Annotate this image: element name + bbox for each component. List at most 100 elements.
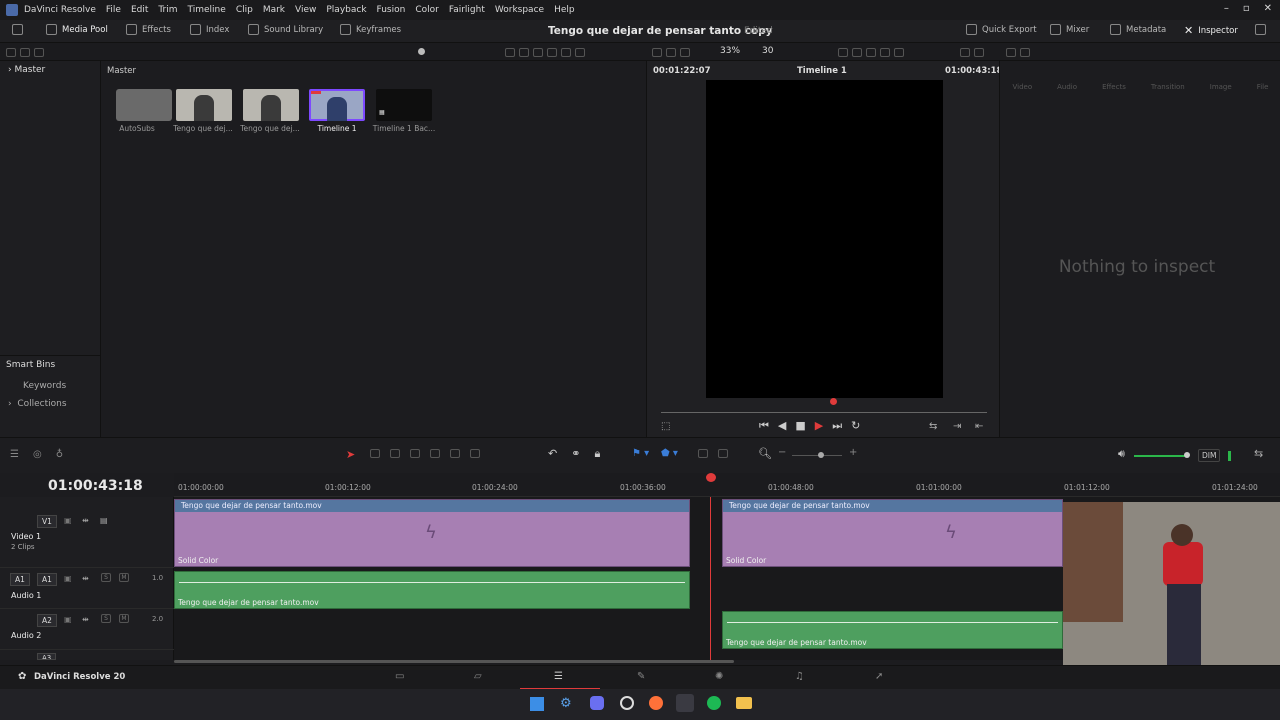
track-lock-icon[interactable]: ▣ xyxy=(64,615,72,624)
effects-button[interactable]: Effects xyxy=(126,24,171,35)
track-patch-a1[interactable]: A1 xyxy=(10,573,30,586)
list-view-icons[interactable] xyxy=(505,47,589,60)
cut-page-icon[interactable]: ▱ xyxy=(474,671,482,682)
track-id-a2[interactable]: A2 xyxy=(37,614,57,627)
zoom-slider[interactable] xyxy=(792,455,842,456)
timeline-name-dropdown[interactable]: Timeline 1 xyxy=(797,66,847,76)
menu-color[interactable]: Color xyxy=(415,5,439,15)
media-page-icon[interactable]: ▭ xyxy=(395,671,404,682)
video-clip[interactable]: Tengo que dejar de pensar tanto.mov ϟ So… xyxy=(174,499,690,567)
quick-export-button[interactable]: Quick Export xyxy=(966,24,1037,35)
skip-end-icon[interactable]: ⏭ xyxy=(832,419,842,433)
thumbnail-size-slider[interactable] xyxy=(418,48,425,55)
keywords-bin[interactable]: Keywords xyxy=(23,381,66,391)
timeline-options-icon[interactable]: ⇆ xyxy=(1254,447,1263,460)
timeline-backup-thumbnail[interactable]: ▦ xyxy=(376,89,432,121)
step-back-icon[interactable]: ◀ xyxy=(778,419,786,433)
autosubs-folder-icon[interactable] xyxy=(116,89,172,121)
zoom-in-icon[interactable]: + xyxy=(849,447,857,458)
video-clip-thumbnail[interactable] xyxy=(176,89,232,121)
inspector-tab-image[interactable]: Image xyxy=(1210,65,1232,95)
track-auto-select-icon[interactable]: ⇹ xyxy=(82,574,89,583)
zoom-level[interactable]: 33% xyxy=(720,46,740,56)
blade-tool-icon[interactable] xyxy=(390,449,400,458)
track-video-icon[interactable]: ▤ xyxy=(100,516,108,525)
next-edit-icon[interactable]: ⇥ xyxy=(953,421,961,432)
keyframes-button[interactable]: Keyframes xyxy=(340,24,401,35)
track-lock-icon[interactable]: ▣ xyxy=(64,574,72,583)
volume-slider[interactable] xyxy=(1134,455,1186,457)
timeline-scrollbar[interactable] xyxy=(174,660,734,663)
davinci-taskbar-icon[interactable] xyxy=(676,694,694,712)
menu-help[interactable]: Help xyxy=(554,5,575,15)
inspector-button[interactable]: ✕ Inspector xyxy=(1184,24,1238,37)
track-auto-select-icon[interactable]: ⇹ xyxy=(82,615,89,624)
replace-icon[interactable] xyxy=(470,449,480,458)
color-page-icon[interactable]: ✺ xyxy=(715,671,723,682)
track-id-v1[interactable]: V1 xyxy=(37,515,57,528)
snapping-icon[interactable]: ↶ xyxy=(548,447,557,461)
media-pool-button[interactable]: Media Pool xyxy=(46,24,108,35)
track-id-a1[interactable]: A1 xyxy=(37,573,57,586)
match-frame-icon[interactable]: ⇆ xyxy=(929,421,937,432)
audio-clip[interactable]: Tengo que dejar de pensar tanto.mov xyxy=(174,571,690,609)
crop-icon[interactable]: ⬚ xyxy=(661,421,670,432)
close-icon[interactable]: ✕ xyxy=(1264,3,1272,14)
zoom-slider-handle[interactable] xyxy=(818,452,824,458)
trim-tool-icon[interactable] xyxy=(370,449,380,458)
ripple-icon[interactable]: ◎ xyxy=(33,449,42,460)
timeline-timecode[interactable]: 01:00:43:18 xyxy=(48,478,143,494)
inspector-tab-transition[interactable]: Transition xyxy=(1151,65,1185,95)
menu-mark[interactable]: Mark xyxy=(263,5,285,15)
view-options-icon[interactable] xyxy=(6,47,48,60)
sound-library-button[interactable]: Sound Library xyxy=(248,24,323,35)
menu-view[interactable]: View xyxy=(295,5,316,15)
fusion-page-icon[interactable]: ✎ xyxy=(637,671,645,682)
fps-value[interactable]: 30 xyxy=(762,46,773,56)
mute-button[interactable]: M xyxy=(119,614,133,623)
zoom-icon[interactable]: 🔍︎ xyxy=(758,447,772,460)
minimize-icon[interactable]: – xyxy=(1224,3,1229,14)
volume-icon[interactable]: 🔊︎ xyxy=(1118,447,1125,461)
inspector-tab-effects[interactable]: Effects xyxy=(1102,65,1126,95)
viewer-options-icons[interactable] xyxy=(652,47,694,60)
track-lock-icon[interactable]: ▣ xyxy=(64,516,72,525)
inspector-tab-file[interactable]: File xyxy=(1257,65,1269,95)
menu-fairlight[interactable]: Fairlight xyxy=(449,5,485,15)
zoom-full-icon[interactable] xyxy=(698,449,708,458)
master-bin[interactable]: › Master xyxy=(8,65,45,75)
dynamic-trim-icon[interactable] xyxy=(410,449,420,458)
dim-button[interactable]: DIM xyxy=(1198,449,1221,462)
skip-start-icon[interactable]: ⏮ xyxy=(759,419,769,433)
menu-fusion[interactable]: Fusion xyxy=(377,5,406,15)
menu-clip[interactable]: Clip xyxy=(236,5,253,15)
menu-workspace[interactable]: Workspace xyxy=(495,5,544,15)
inspector-tab-audio[interactable]: Audio xyxy=(1057,65,1077,95)
play-icon[interactable]: ▶ xyxy=(815,419,823,433)
scrubber-track[interactable] xyxy=(661,412,987,413)
obs-icon[interactable] xyxy=(620,696,634,710)
timeline-thumbnail[interactable] xyxy=(309,89,365,121)
overwrite-icon[interactable] xyxy=(450,449,460,458)
playhead-handle[interactable] xyxy=(706,473,716,482)
mute-button[interactable]: M xyxy=(119,573,133,582)
menu-file[interactable]: File xyxy=(106,5,121,15)
track-auto-select-icon[interactable]: ⇹ xyxy=(82,516,89,525)
timeline-view-icon[interactable]: ☰ xyxy=(10,449,19,460)
panel-toggle-icon[interactable] xyxy=(12,24,23,35)
viewer-screen[interactable] xyxy=(706,80,943,398)
deliver-page-icon[interactable]: ➚ xyxy=(875,671,883,682)
stop-icon[interactable]: ■ xyxy=(795,419,805,433)
track-id-a3[interactable]: A3 xyxy=(37,653,57,660)
edit-page-tab[interactable]: ☰ xyxy=(520,666,600,690)
inspector-options-icons[interactable] xyxy=(1006,47,1034,60)
solo-button[interactable]: S xyxy=(101,573,115,582)
metadata-button[interactable]: Metadata xyxy=(1110,24,1166,35)
layout-icons[interactable] xyxy=(960,47,988,60)
menu-edit[interactable]: Edit xyxy=(131,5,148,15)
restore-icon[interactable]: ▫ xyxy=(1243,3,1250,14)
expand-icon[interactable] xyxy=(1255,24,1266,35)
firefox-icon[interactable] xyxy=(649,696,663,710)
menu-trim[interactable]: Trim xyxy=(158,5,177,15)
flag-icon[interactable]: ⚑ ▾ xyxy=(632,448,649,459)
